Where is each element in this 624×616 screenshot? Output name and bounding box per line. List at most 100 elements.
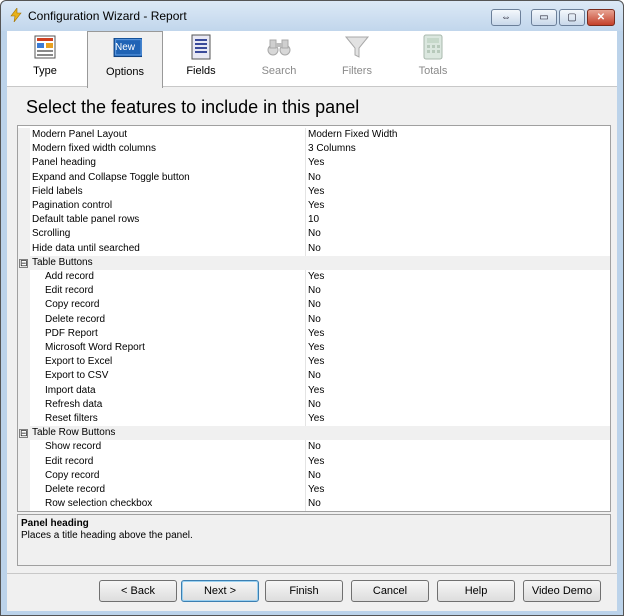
property-row[interactable]: Microsoft Word Report Yes bbox=[18, 341, 610, 356]
column-separator bbox=[305, 440, 306, 455]
property-row[interactable]: Reset filters Yes bbox=[18, 412, 610, 427]
property-row[interactable]: Hide data until searched No bbox=[18, 241, 610, 256]
property-value[interactable]: No bbox=[308, 298, 321, 312]
property-name: Import data bbox=[45, 384, 96, 396]
collapse-toggle-icon[interactable]: ⊟ bbox=[19, 429, 28, 439]
property-category[interactable]: ⊟ Table Buttons bbox=[18, 255, 610, 270]
step-options[interactable]: New Options bbox=[87, 31, 163, 88]
column-separator bbox=[305, 270, 306, 285]
column-separator bbox=[305, 142, 306, 157]
property-name: Show record bbox=[45, 441, 102, 453]
property-row[interactable]: Modern Panel Layout Modern Fixed Width bbox=[18, 128, 610, 143]
collapse-toggle-icon[interactable]: ⊟ bbox=[19, 258, 28, 268]
wizard-client-area: Type New Options Fields Search Filters T… bbox=[7, 31, 617, 611]
restore-icon-button[interactable]: ⇔ bbox=[491, 9, 521, 26]
next-button[interactable]: Next > bbox=[181, 580, 259, 602]
property-value[interactable]: Yes bbox=[308, 412, 324, 426]
property-row[interactable]: Refresh data No bbox=[18, 397, 610, 412]
column-separator bbox=[305, 128, 306, 143]
step-filters[interactable]: Filters bbox=[319, 31, 395, 87]
property-row[interactable]: Edit record No bbox=[18, 284, 610, 299]
wizard-step-toolbar: Type New Options Fields Search Filters T… bbox=[7, 31, 617, 88]
fields-icon bbox=[191, 34, 211, 60]
close-button[interactable]: ✕ bbox=[587, 9, 615, 26]
property-grid[interactable]: Modern Panel Layout Modern Fixed Width Mod… bbox=[17, 125, 611, 512]
property-value[interactable]: No bbox=[308, 369, 321, 383]
property-value[interactable]: Yes bbox=[308, 327, 324, 341]
property-value[interactable]: Yes bbox=[308, 156, 324, 170]
finish-button[interactable]: Finish bbox=[265, 580, 343, 602]
property-row[interactable]: Scrolling No bbox=[18, 227, 610, 242]
property-row[interactable]: Expand and Collapse Toggle button No bbox=[18, 170, 610, 185]
property-value[interactable]: No bbox=[308, 398, 321, 412]
property-row[interactable]: Copy record No bbox=[18, 468, 610, 483]
property-row[interactable]: Export to CSV No bbox=[18, 369, 610, 384]
property-row[interactable]: Field labels Yes bbox=[18, 184, 610, 199]
help-title: Panel heading bbox=[21, 518, 89, 529]
calculator-icon bbox=[423, 34, 443, 60]
property-value[interactable]: Yes bbox=[308, 270, 324, 284]
column-separator bbox=[305, 412, 306, 427]
step-search[interactable]: Search bbox=[241, 31, 317, 87]
property-value[interactable]: Yes bbox=[308, 455, 324, 469]
step-fields-label: Fields bbox=[186, 65, 216, 77]
property-value[interactable]: No bbox=[308, 284, 321, 298]
property-row[interactable]: Delete record Yes bbox=[18, 483, 610, 498]
property-value[interactable]: No bbox=[308, 497, 321, 511]
property-row[interactable]: Show record No bbox=[18, 440, 610, 455]
property-category[interactable]: ⊟ Table Row Buttons bbox=[18, 426, 610, 441]
property-name: Field labels bbox=[32, 185, 83, 197]
row-gutter bbox=[18, 468, 30, 483]
property-value[interactable]: Yes bbox=[308, 199, 324, 213]
property-name: Edit record bbox=[45, 455, 94, 467]
column-separator bbox=[305, 341, 306, 356]
row-gutter bbox=[18, 497, 30, 511]
property-row[interactable]: PDF Report Yes bbox=[18, 326, 610, 341]
property-row[interactable]: Delete record No bbox=[18, 312, 610, 327]
row-gutter bbox=[18, 412, 30, 427]
options-badge-text: New bbox=[114, 42, 135, 53]
property-value[interactable]: Yes bbox=[308, 185, 324, 199]
property-value[interactable]: Yes bbox=[308, 341, 324, 355]
property-row[interactable]: Row selection checkbox No bbox=[18, 497, 610, 511]
property-row[interactable]: Edit record Yes bbox=[18, 454, 610, 469]
property-row[interactable]: Pagination control Yes bbox=[18, 199, 610, 214]
property-value[interactable]: 10 bbox=[308, 213, 319, 227]
property-row[interactable]: Modern fixed width columns 3 Columns bbox=[18, 142, 610, 157]
property-row[interactable]: Panel heading Yes bbox=[18, 156, 610, 171]
property-row[interactable]: Import data Yes bbox=[18, 383, 610, 398]
property-value[interactable]: No bbox=[308, 440, 321, 454]
column-separator bbox=[305, 170, 306, 185]
property-value[interactable]: Yes bbox=[308, 384, 324, 398]
property-value[interactable]: Yes bbox=[308, 483, 324, 497]
property-value[interactable]: Yes bbox=[308, 355, 324, 369]
row-gutter bbox=[18, 397, 30, 412]
step-type[interactable]: Type bbox=[7, 31, 83, 87]
property-row[interactable]: Export to Excel Yes bbox=[18, 355, 610, 370]
property-value[interactable]: No bbox=[308, 227, 321, 241]
cancel-button[interactable]: Cancel bbox=[351, 580, 429, 602]
column-separator bbox=[305, 468, 306, 483]
title-bar[interactable]: Configuration Wizard - Report ⇔ ▭ ▢ ✕ bbox=[1, 1, 623, 31]
step-totals[interactable]: Totals bbox=[395, 31, 471, 87]
column-separator bbox=[305, 312, 306, 327]
property-value[interactable]: No bbox=[308, 313, 321, 327]
minimize-button[interactable]: ▭ bbox=[531, 9, 557, 26]
property-value[interactable]: Modern Fixed Width bbox=[308, 128, 397, 142]
property-row[interactable]: Copy record No bbox=[18, 298, 610, 313]
property-row[interactable]: Add record Yes bbox=[18, 270, 610, 285]
row-gutter bbox=[18, 142, 30, 157]
row-gutter bbox=[18, 199, 30, 214]
step-fields[interactable]: Fields bbox=[163, 31, 239, 87]
row-gutter bbox=[18, 369, 30, 384]
back-button[interactable]: < Back bbox=[99, 580, 177, 602]
help-button[interactable]: Help bbox=[437, 580, 515, 602]
step-type-label: Type bbox=[33, 65, 57, 77]
property-row[interactable]: Default table panel rows 10 bbox=[18, 213, 610, 228]
video-demo-button[interactable]: Video Demo bbox=[523, 580, 601, 602]
property-value[interactable]: No bbox=[308, 171, 321, 185]
maximize-button[interactable]: ▢ bbox=[559, 9, 585, 26]
property-value[interactable]: No bbox=[308, 469, 321, 483]
property-value[interactable]: 3 Columns bbox=[308, 142, 356, 156]
property-value[interactable]: No bbox=[308, 242, 321, 256]
